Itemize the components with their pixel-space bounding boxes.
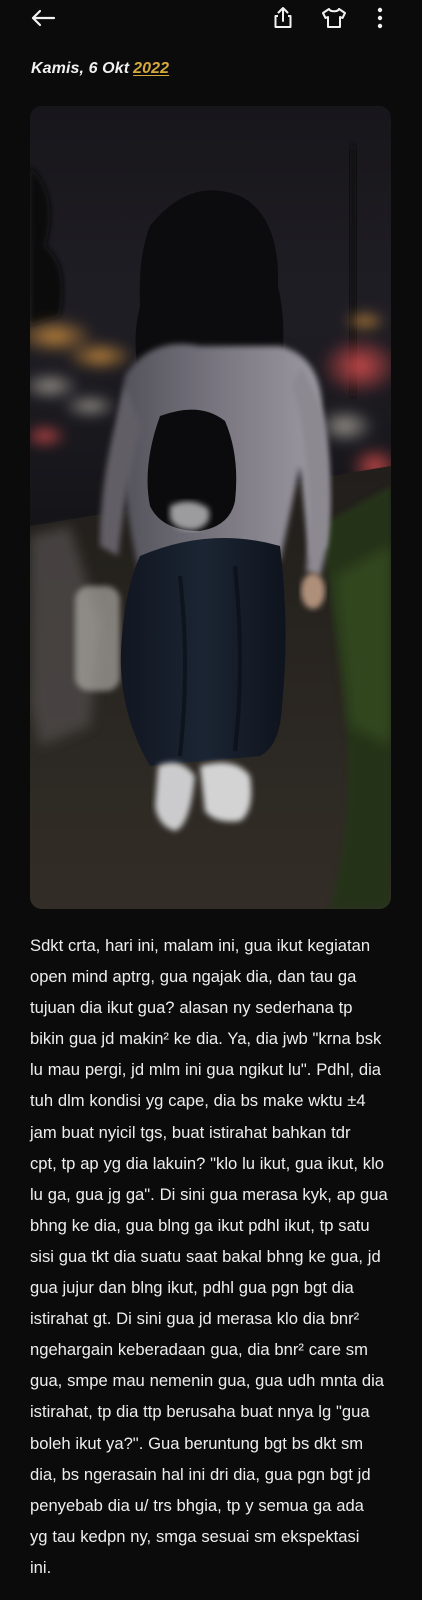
body-line: ini. bbox=[30, 1557, 52, 1577]
theme-button[interactable] bbox=[318, 4, 350, 32]
share-button[interactable] bbox=[269, 4, 297, 32]
shirt-icon bbox=[322, 8, 346, 28]
photo-night-street-figure bbox=[30, 106, 391, 909]
entry-date-text: Kamis, 6 Okt bbox=[31, 60, 130, 77]
body-line: gua jujur dan blng ikut, pdhl gua pgn bg… bbox=[30, 1278, 354, 1298]
body-line: bikin gua jd makin² ke dia. Ya, dia jwb … bbox=[30, 1029, 382, 1049]
body-line: lu ga, gua jg ga". Di sini gua merasa ky… bbox=[30, 1184, 388, 1204]
entry-photo[interactable] bbox=[30, 106, 391, 909]
entry-date: Kamis, 6 Okt 2022 bbox=[31, 60, 169, 78]
back-arrow-icon bbox=[31, 9, 56, 27]
body-line: jam buat nyicil tgs, buat istirahat bahk… bbox=[30, 1122, 351, 1142]
back-button[interactable] bbox=[28, 4, 58, 32]
body-line: open mind aptrg, gua ngajak dia, dan tau… bbox=[30, 967, 357, 987]
body-line: tuh dlm kondisi yg cape, dia bs make wkt… bbox=[30, 1091, 366, 1111]
body-line: ngehargain keberadaan gua, dia bnr² care… bbox=[30, 1340, 368, 1360]
body-line: Sdkt crta, hari ini, malam ini, gua ikut… bbox=[30, 936, 371, 955]
body-line: gua, smpe mau nemenin gua, gua udh mnta … bbox=[30, 1371, 384, 1391]
body-line: istirahat gt. Di sini gua jd merasa klo … bbox=[30, 1309, 360, 1329]
body-line: penyebab dia u/ trs bhgia, tp y semua ga… bbox=[30, 1495, 364, 1515]
body-line: boleh ikut ya?". Gua beruntung bgt bs dk… bbox=[30, 1433, 364, 1453]
body-line: dia, bs ngerasain hal ini dri dia, gua p… bbox=[30, 1464, 371, 1484]
body-line: yg tau kedpn ny, smga sesuai sm ekspekta… bbox=[30, 1526, 360, 1546]
body-line: tujuan dia ikut gua? alasan ny sederhana… bbox=[30, 998, 353, 1018]
more-vertical-icon bbox=[377, 7, 383, 29]
top-app-bar bbox=[0, 0, 422, 36]
entry-body-text: Sdkt crta, hari ini, malam ini, gua ikut… bbox=[30, 930, 395, 1583]
entry-date-year: 2022 bbox=[133, 60, 170, 77]
body-line: sisi gua tkt dia suatu saat bakal bhng k… bbox=[30, 1246, 381, 1266]
body-line: cpt, tp ap yg dia lakuin? "klo lu ikut, … bbox=[30, 1153, 384, 1173]
more-options-button[interactable] bbox=[370, 4, 390, 32]
share-icon bbox=[274, 7, 292, 28]
body-line: istirahat, tp dia ttp berusaha buat nnya… bbox=[30, 1402, 370, 1422]
body-line: lu mau pergi, jd mlm ini gua ngikut lu".… bbox=[30, 1060, 382, 1080]
body-line: bhng ke dia, gua blng ga ikut pdhl ikut,… bbox=[30, 1215, 370, 1235]
